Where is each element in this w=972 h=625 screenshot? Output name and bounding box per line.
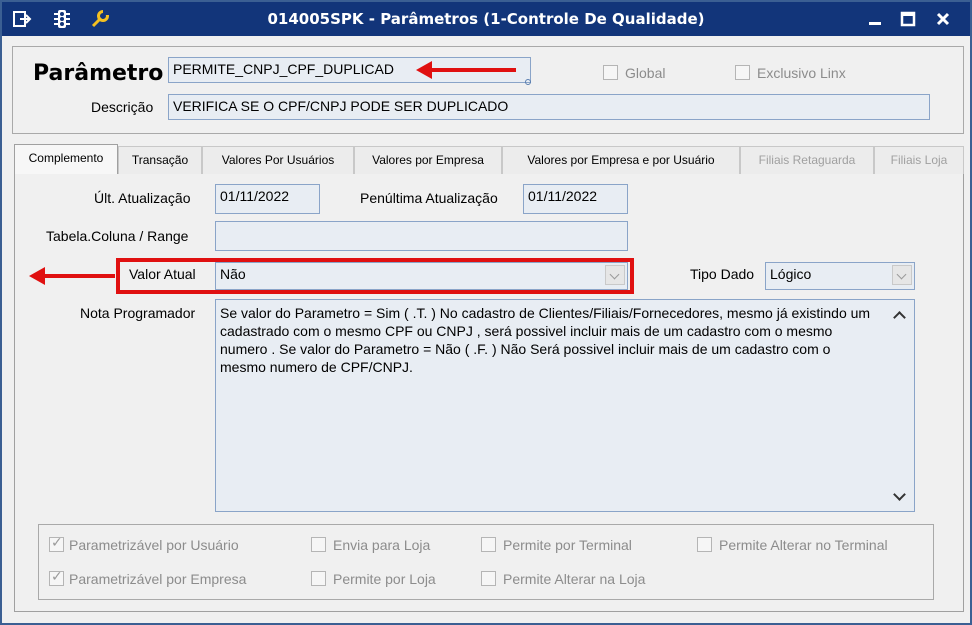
nota-programador-memo[interactable]: Se valor do Parametro = Sim ( .T. ) No c… xyxy=(215,299,915,512)
tipo-dado-select[interactable]: Lógico xyxy=(765,262,915,290)
parametro-label: Parâmetro xyxy=(33,61,164,86)
valor-atual-value: Não xyxy=(220,266,246,282)
parameter-header-panel: Parâmetro PERMITE_CNPJ_CPF_DUPLICAD Glob… xyxy=(12,46,964,134)
descricao-label: Descrição xyxy=(91,99,154,115)
valor-atual-select[interactable]: Não xyxy=(215,262,628,290)
chevron-down-icon[interactable] xyxy=(605,265,625,285)
valor-atual-label: Valor Atual xyxy=(129,266,196,282)
global-checkbox[interactable] xyxy=(603,65,618,80)
global-label: Global xyxy=(625,65,666,81)
permite-loja-label: Permite por Loja xyxy=(333,571,436,587)
title-bar: 014005SPK - Parâmetros (1-Controle De Qu… xyxy=(2,2,970,36)
tipo-dado-label: Tipo Dado xyxy=(690,266,755,282)
tabela-coluna-label: Tabela.Coluna / Range xyxy=(46,228,189,244)
tabela-coluna-field[interactable] xyxy=(215,221,628,251)
descricao-field[interactable]: VERIFICA SE O CPF/CNPJ PODE SER DUPLICAD… xyxy=(168,94,930,120)
ult-atualizacao-field[interactable]: 01/11/2022 xyxy=(215,184,320,214)
tab-filiais-retaguarda: Filiais Retaguarda xyxy=(740,146,874,174)
annotation-arrow-valor-atual xyxy=(29,267,115,285)
param-usuario-label: Parametrizável por Usuário xyxy=(69,537,239,553)
tab-valores-por-empresa[interactable]: Valores por Empresa xyxy=(354,146,502,174)
permite-alterar-loja-checkbox[interactable] xyxy=(481,571,496,586)
nota-programador-label: Nota Programador xyxy=(80,305,196,321)
envia-loja-checkbox[interactable] xyxy=(311,537,326,552)
envia-loja-label: Envia para Loja xyxy=(333,537,431,553)
param-empresa-label: Parametrizável por Empresa xyxy=(69,571,247,587)
permite-loja-checkbox[interactable] xyxy=(311,571,326,586)
exclusivo-linx-checkbox[interactable] xyxy=(735,65,750,80)
permite-terminal-label: Permite por Terminal xyxy=(503,537,632,553)
tab-valores-por-usuarios[interactable]: Valores Por Usuários xyxy=(202,146,354,174)
tab-filiais-loja: Filiais Loja xyxy=(874,146,964,174)
tab-transacao[interactable]: Transação xyxy=(118,146,202,174)
tab-complemento[interactable]: Complemento xyxy=(14,144,118,175)
ult-atualizacao-label: Últ. Atualização xyxy=(94,190,191,206)
scroll-down-icon[interactable] xyxy=(892,489,906,503)
minimize-button[interactable] xyxy=(864,8,886,30)
lookup-icon[interactable] xyxy=(525,79,531,85)
param-empresa-checkbox[interactable] xyxy=(49,569,64,586)
chevron-down-icon[interactable] xyxy=(892,265,912,285)
permite-alterar-loja-label: Permite Alterar na Loja xyxy=(503,571,646,587)
param-usuario-checkbox[interactable] xyxy=(49,535,64,552)
parameter-window: 014005SPK - Parâmetros (1-Controle De Qu… xyxy=(0,0,972,625)
scroll-up-icon[interactable] xyxy=(892,308,906,322)
penultima-atualizacao-field[interactable]: 01/11/2022 xyxy=(523,184,628,214)
permite-alterar-terminal-checkbox[interactable] xyxy=(697,537,712,552)
nota-programador-text: Se valor do Parametro = Sim ( .T. ) No c… xyxy=(220,305,871,375)
close-button[interactable] xyxy=(932,8,954,30)
tab-valores-por-empresa-e-usuario[interactable]: Valores por Empresa e por Usuário xyxy=(502,146,740,174)
permite-terminal-checkbox[interactable] xyxy=(481,537,496,552)
window-title: 014005SPK - Parâmetros (1-Controle De Qu… xyxy=(267,10,705,28)
exclusivo-linx-label: Exclusivo Linx xyxy=(757,65,846,81)
maximize-button[interactable] xyxy=(897,8,919,30)
permite-alterar-terminal-label: Permite Alterar no Terminal xyxy=(719,537,888,553)
options-group: Parametrizável por Usuário Envia para Lo… xyxy=(38,524,934,600)
tab-strip: Complemento Transação Valores Por Usuári… xyxy=(14,144,964,175)
tipo-dado-value: Lógico xyxy=(770,266,812,282)
penultima-atualizacao-label: Penúltima Atualização xyxy=(360,190,498,206)
annotation-arrow-parametro xyxy=(416,61,516,79)
